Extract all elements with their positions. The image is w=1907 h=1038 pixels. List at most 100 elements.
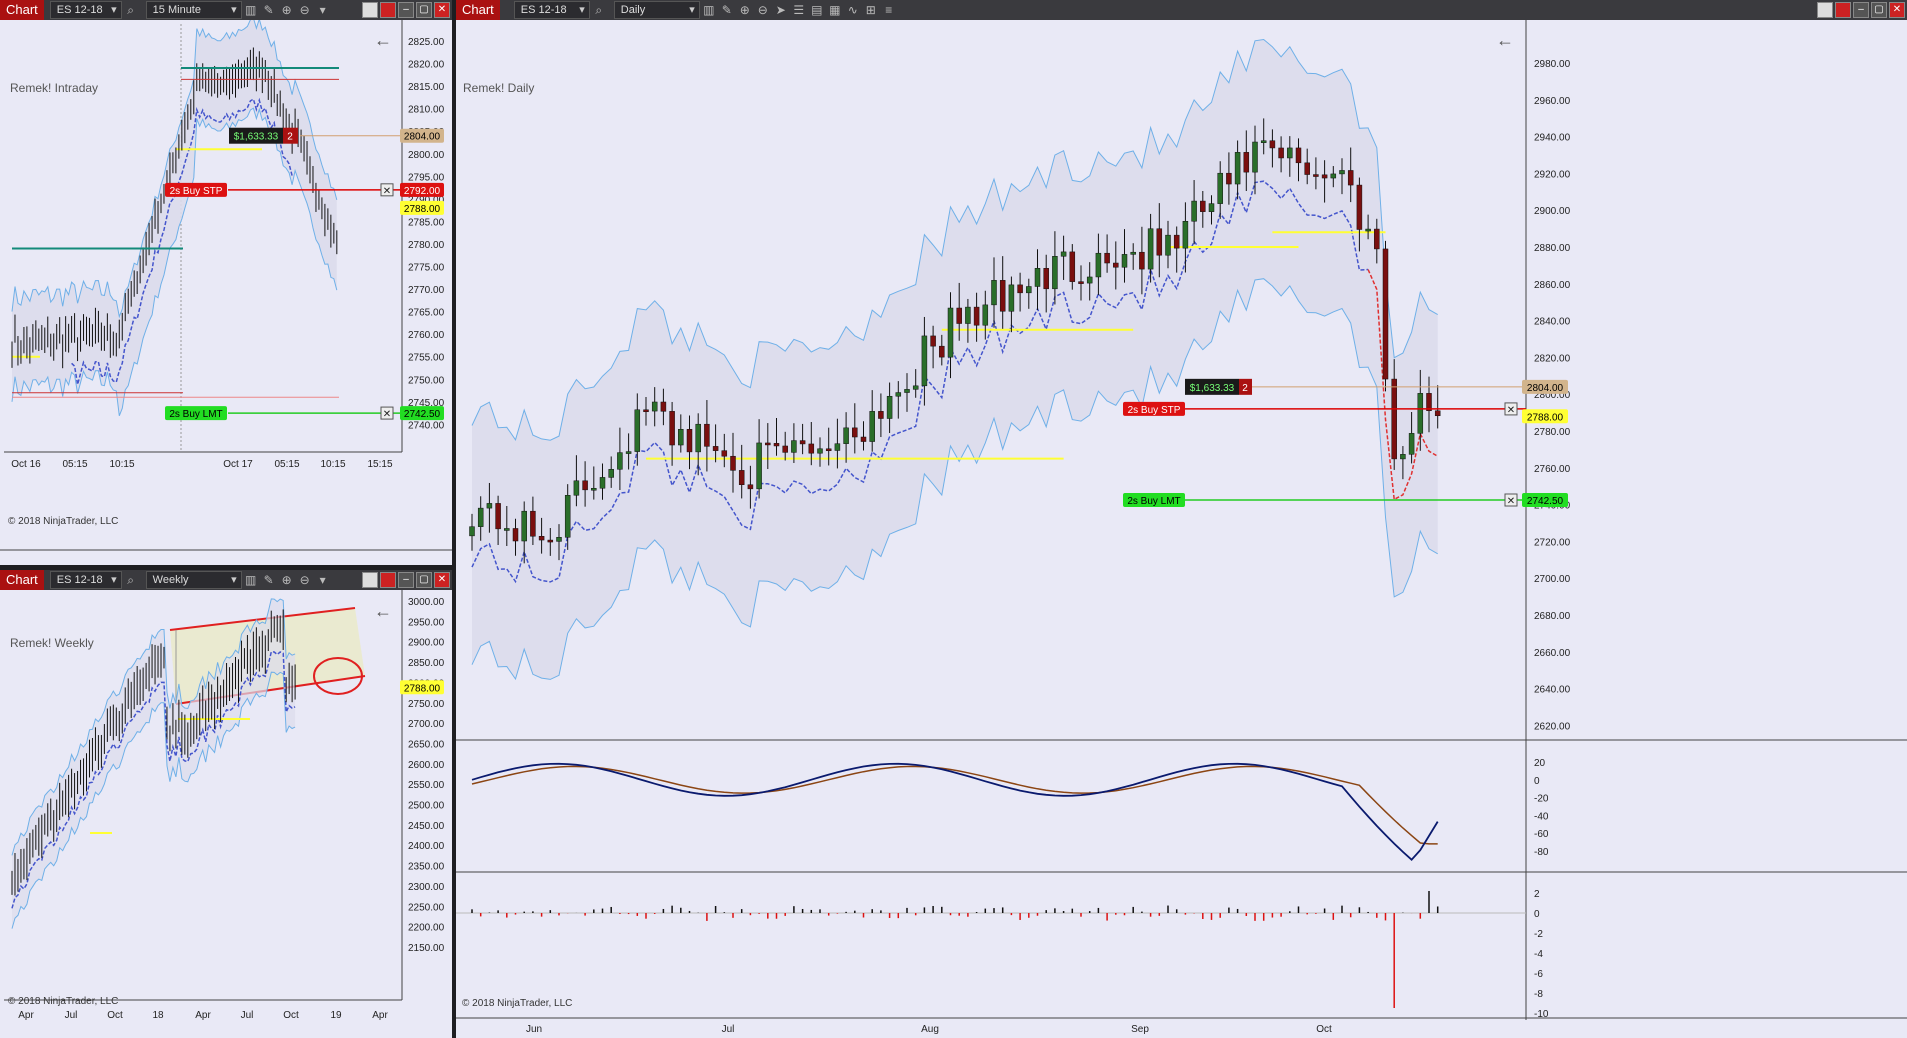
indicators-icon[interactable]: ∿ (844, 3, 862, 17)
intraday-plot-area[interactable]: 2825.002820.002815.002810.002805.002800.… (0, 20, 452, 565)
weekly-plot-area[interactable]: 3000.002950.002900.002850.002800.002750.… (0, 590, 452, 1038)
stop-price-tag: 2792.00 (404, 186, 441, 197)
instrument-selector[interactable]: ES 12-18 (513, 1, 590, 19)
instrument-selector[interactable]: ES 12-18 (49, 1, 122, 19)
price-tick-label: 2900.00 (408, 638, 445, 649)
timeframe-selector[interactable]: Daily (613, 1, 700, 19)
data-box-icon[interactable]: ▤ (808, 3, 826, 17)
candle-body (773, 443, 780, 447)
hist-tick-label: -6 (1534, 969, 1543, 980)
intraday-watermark: Remek! Intraday (10, 81, 99, 95)
draw-tool-icon[interactable]: ✎ (260, 3, 278, 17)
price-tick-label: 2680.00 (1534, 611, 1571, 622)
window-link-button[interactable] (380, 2, 396, 18)
timeframe-selector[interactable]: Weekly (145, 571, 242, 589)
zoom-in-icon[interactable]: ⊕ (278, 3, 296, 17)
price-tick-label: 2620.00 (1534, 721, 1571, 732)
candle-body (1347, 170, 1354, 186)
timeframe-selector[interactable]: 15 Minute (145, 1, 242, 19)
zoom-in-icon[interactable]: ⊕ (736, 3, 754, 17)
candle-body (1269, 140, 1276, 149)
price-tick-label: 2800.00 (408, 150, 445, 161)
candle-body (1304, 162, 1310, 175)
zoom-in-icon[interactable]: ⊕ (278, 573, 296, 587)
candle-body (982, 304, 989, 326)
candle-body (999, 280, 1006, 312)
candle-body (625, 451, 632, 454)
chart-menu-button[interactable]: Chart (456, 0, 500, 20)
candle-body (1278, 147, 1284, 159)
minimize-button[interactable]: – (398, 2, 414, 18)
time-tick-label: Apr (372, 1010, 388, 1021)
strategies-icon[interactable]: ⊞ (862, 3, 880, 17)
price-tick-label: 2820.00 (1534, 353, 1571, 364)
dropdown-arrow-icon[interactable]: ▾ (314, 573, 332, 587)
candle-body (1200, 200, 1206, 212)
daily-plot-area[interactable]: 2980.00 2960.00 2940.00 2920.00 2900.00 2880.… (456, 20, 1907, 1038)
window-link-button[interactable] (1835, 2, 1851, 18)
cancel-order-glyph: ✕ (1507, 496, 1515, 507)
weekly-watermark: Remek! Weekly (10, 636, 94, 650)
price-tick-label: 2770.00 (408, 285, 445, 296)
candle-body (904, 389, 910, 393)
candle-body (1321, 174, 1328, 179)
price-tick-label: 2780.00 (408, 240, 445, 251)
osc-tick-label: 20 (1534, 758, 1546, 769)
time-tick-label: 19 (330, 1010, 342, 1021)
pointer-icon[interactable]: ➤ (772, 3, 790, 17)
daily-chart-window: Chart ES 12-18 ⌕ Daily ▥ ✎ ⊕ ⊖ ➤ ☰ ▤ ▦ ∿… (456, 0, 1907, 1038)
search-icon[interactable]: ⌕ (122, 3, 140, 18)
window-color-button[interactable] (362, 572, 378, 588)
candle-body (721, 450, 728, 457)
bar-type-icon[interactable]: ▥ (242, 3, 260, 17)
window-link-button[interactable] (380, 572, 396, 588)
search-icon[interactable]: ⌕ (122, 573, 140, 588)
chart-trader-icon[interactable]: ▦ (826, 3, 844, 17)
minimize-button[interactable]: – (398, 572, 414, 588)
price-tick-label: 2150.00 (408, 943, 445, 954)
window-color-button[interactable] (1817, 2, 1833, 18)
candle-body (1313, 174, 1319, 177)
bar-type-icon[interactable]: ▥ (700, 3, 718, 17)
maximize-button[interactable]: ▢ (416, 572, 432, 588)
candle-body (843, 427, 849, 444)
close-button[interactable]: ✕ (1889, 2, 1905, 18)
maximize-button[interactable]: ▢ (416, 2, 432, 18)
draw-tool-icon[interactable]: ✎ (260, 573, 278, 587)
price-tick-label: 2700.00 (1534, 574, 1571, 585)
time-tick-label: Sep (1131, 1024, 1149, 1035)
candle-body (1234, 152, 1241, 185)
close-button[interactable]: ✕ (434, 572, 450, 588)
chart-menu-button[interactable]: Chart (0, 570, 44, 590)
chart-menu-button[interactable]: Chart (0, 0, 44, 20)
candle-body (1052, 256, 1058, 290)
price-tick-label: 2600.00 (408, 760, 445, 771)
candle-body (469, 526, 475, 537)
draw-tool-icon[interactable]: ✎ (718, 3, 736, 17)
bar-type-icon[interactable]: ▥ (242, 573, 260, 587)
maximize-button[interactable]: ▢ (1871, 2, 1887, 18)
candle-body (643, 409, 649, 413)
minimize-button[interactable]: – (1853, 2, 1869, 18)
time-tick-label: 10:15 (320, 459, 345, 470)
list-icon[interactable]: ≡ (880, 3, 898, 17)
instrument-selector[interactable]: ES 12-18 (49, 571, 122, 589)
osc-tick-label: -60 (1534, 829, 1549, 840)
intraday-toolbar: Chart ES 12-18 ⌕ 15 Minute ▥ ✎ ⊕ ⊖ ▾ – ▢… (0, 0, 452, 20)
dropdown-arrow-icon[interactable]: ▾ (314, 3, 332, 17)
window-color-button[interactable] (362, 2, 378, 18)
properties-icon[interactable]: ☰ (790, 3, 808, 17)
candle-body (1287, 147, 1293, 159)
candle-body (1121, 254, 1128, 268)
price-tick-label: 2775.00 (408, 263, 445, 274)
zoom-out-icon[interactable]: ⊖ (296, 3, 314, 17)
search-icon[interactable]: ⌕ (590, 3, 608, 18)
price-tick-label: 2940.00 (1534, 133, 1571, 144)
candle-body (1295, 147, 1302, 164)
close-button[interactable]: ✕ (434, 2, 450, 18)
price-tick-label: 2950.00 (408, 617, 445, 628)
candle-body (1173, 234, 1180, 249)
zoom-out-icon[interactable]: ⊖ (296, 573, 314, 587)
candle-body (1156, 228, 1163, 256)
zoom-out-icon[interactable]: ⊖ (754, 3, 772, 17)
